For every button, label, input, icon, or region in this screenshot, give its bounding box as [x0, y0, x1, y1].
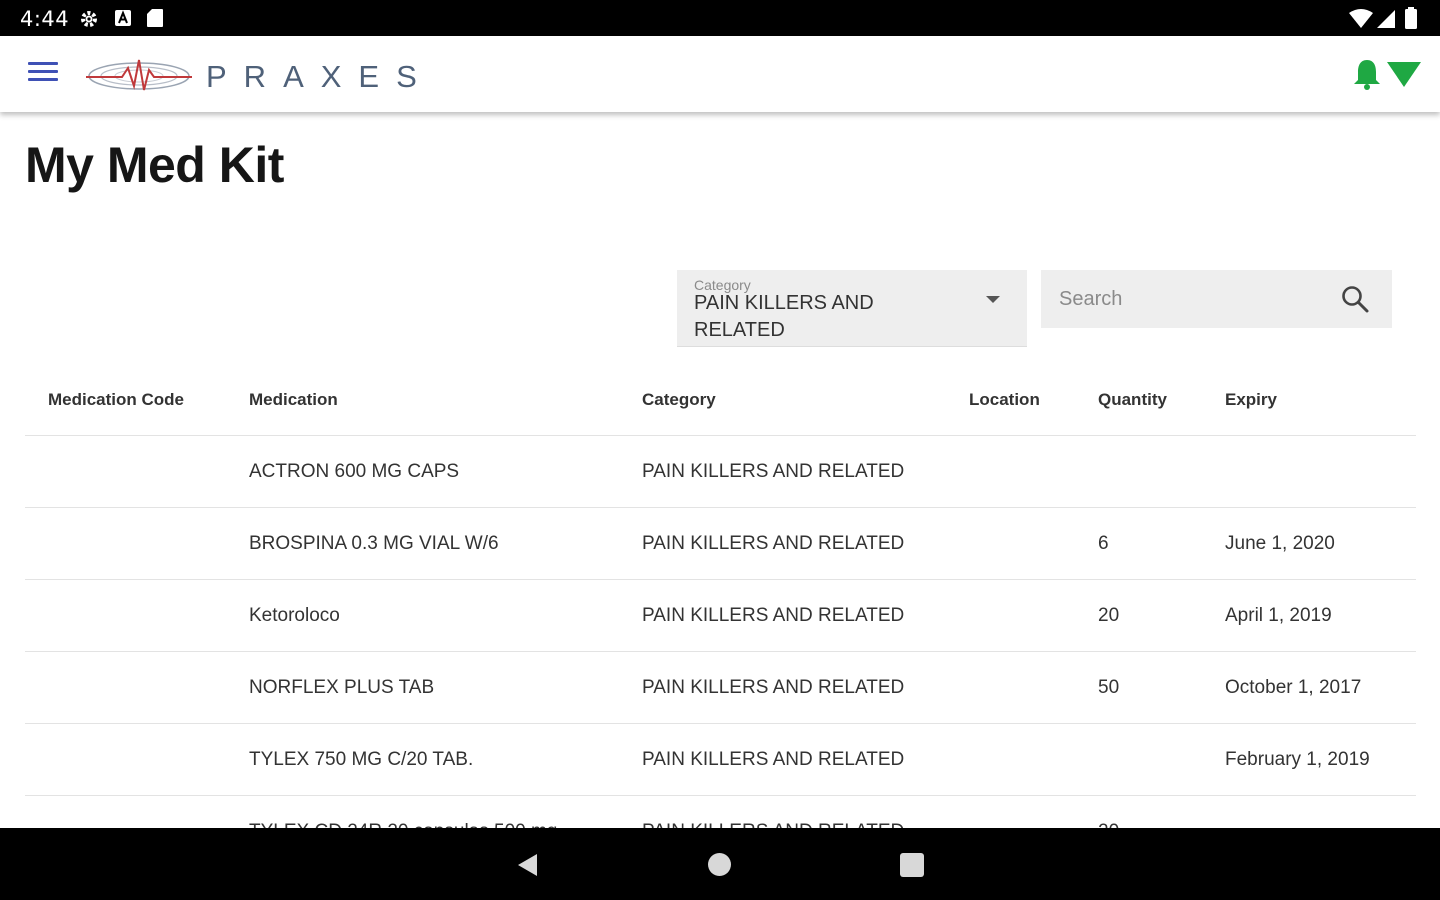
- table-header: Medication Code Medication Category Loca…: [25, 364, 1416, 436]
- header-medication[interactable]: Medication: [249, 364, 338, 435]
- praxes-logo: [86, 59, 192, 91]
- sd-card-icon: [147, 9, 163, 27]
- table-row[interactable]: TYLEX 750 MG C/20 TAB. PAIN KILLERS AND …: [25, 724, 1416, 796]
- search-input[interactable]: [1041, 270, 1349, 328]
- page-title: My Med Kit: [25, 137, 284, 193]
- menu-button[interactable]: [28, 62, 58, 86]
- cell-medication: NORFLEX PLUS TAB: [249, 676, 435, 698]
- cell-category: PAIN KILLERS AND RELATED: [642, 604, 905, 626]
- cell-category: PAIN KILLERS AND RELATED: [642, 676, 905, 698]
- status-time: 4:44: [20, 7, 70, 31]
- header-expiry[interactable]: Expiry: [1225, 364, 1277, 435]
- app-bar: PRAXES: [0, 36, 1440, 112]
- cell-expiry: February 1, 2019: [1225, 748, 1370, 770]
- header-medication-code[interactable]: Medication Code: [48, 364, 184, 435]
- cell-expiry: October 1, 2017: [1225, 676, 1362, 698]
- settings-icon: [81, 11, 97, 27]
- back-icon[interactable]: [515, 852, 541, 878]
- cell-quantity: 6: [1098, 532, 1109, 554]
- cell-category: PAIN KILLERS AND RELATED: [642, 532, 905, 554]
- menu-icon-line: [28, 78, 58, 81]
- cell-signal-icon: [1377, 10, 1395, 28]
- battery-icon: [1405, 7, 1417, 29]
- cell-medication: BROSPINA 0.3 MG VIAL W/6: [249, 532, 499, 554]
- status-bar: 4:44: [0, 0, 1440, 36]
- header-category[interactable]: Category: [642, 364, 716, 435]
- table-row[interactable]: BROSPINA 0.3 MG VIAL W/6 PAIN KILLERS AN…: [25, 508, 1416, 580]
- medication-table: Medication Code Medication Category Loca…: [25, 364, 1416, 868]
- cell-medication: Ketoroloco: [249, 604, 340, 626]
- header-quantity[interactable]: Quantity: [1098, 364, 1167, 435]
- cell-category: PAIN KILLERS AND RELATED: [642, 748, 905, 770]
- cell-medication: TYLEX 750 MG C/20 TAB.: [249, 748, 474, 770]
- category-value: PAIN KILLERS AND RELATED: [694, 292, 874, 341]
- notification-a-icon: [115, 10, 131, 26]
- table-row[interactable]: Ketoroloco PAIN KILLERS AND RELATED 20 A…: [25, 580, 1416, 652]
- header-location[interactable]: Location: [969, 364, 1040, 435]
- cell-quantity: 20: [1098, 604, 1120, 626]
- cell-quantity: 50: [1098, 676, 1120, 698]
- cell-category: PAIN KILLERS AND RELATED: [642, 460, 905, 482]
- home-icon[interactable]: [708, 853, 731, 876]
- recent-apps-icon[interactable]: [900, 853, 924, 877]
- menu-icon-line: [28, 70, 58, 73]
- menu-icon: [28, 62, 58, 65]
- brand-name: PRAXES: [206, 59, 434, 94]
- wifi-icon: [1349, 9, 1373, 28]
- chevron-down-icon: [986, 296, 1000, 303]
- table-row[interactable]: ACTRON 600 MG CAPS PAIN KILLERS AND RELA…: [25, 436, 1416, 508]
- search-icon[interactable]: [1340, 284, 1370, 314]
- search-box: [1041, 270, 1392, 328]
- table-row[interactable]: NORFLEX PLUS TAB PAIN KILLERS AND RELATE…: [25, 652, 1416, 724]
- category-dropdown[interactable]: Category PAIN KILLERS AND RELATED: [677, 270, 1027, 347]
- cell-medication: ACTRON 600 MG CAPS: [249, 460, 460, 482]
- cell-expiry: June 1, 2020: [1225, 532, 1335, 554]
- cell-expiry: April 1, 2019: [1225, 604, 1332, 626]
- bell-icon[interactable]: [1352, 58, 1382, 90]
- shield-icon[interactable]: [1386, 60, 1422, 88]
